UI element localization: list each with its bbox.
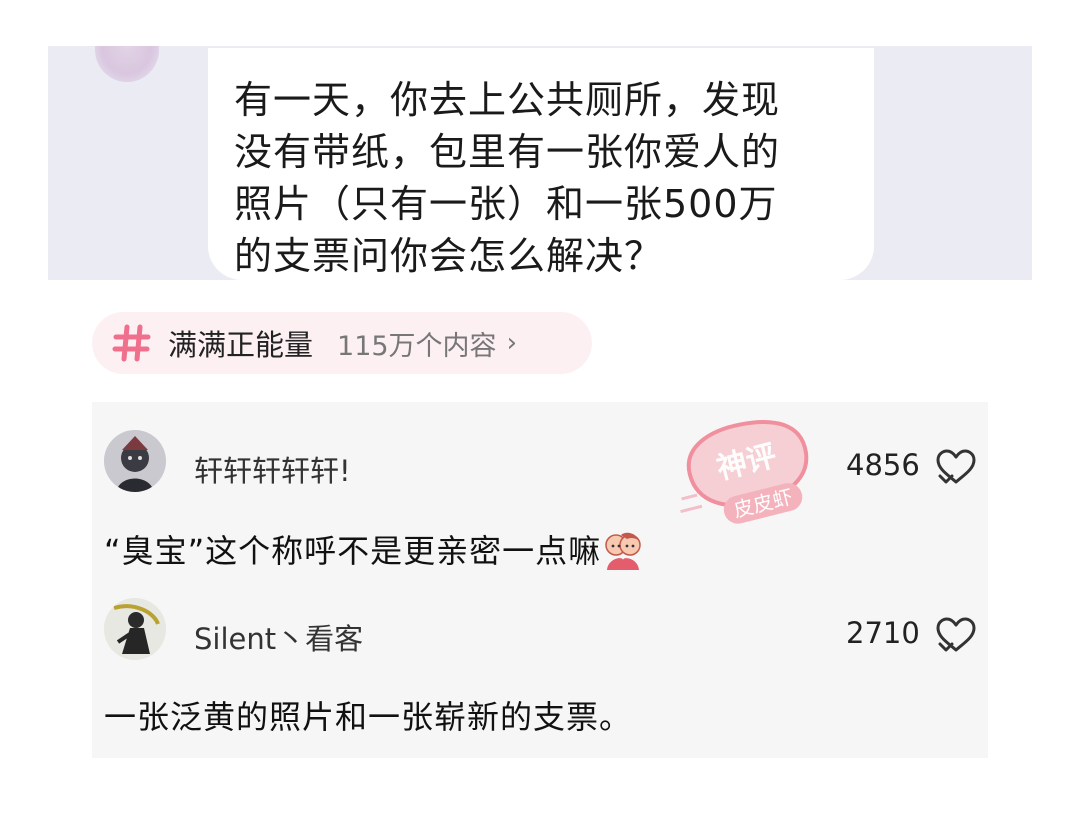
question-line: 有一天，你去上公共厕所，发现 bbox=[234, 78, 781, 122]
like-count: 2710 bbox=[846, 616, 920, 650]
comment-username[interactable]: 轩轩轩轩轩! bbox=[194, 448, 351, 490]
chevron-right-icon: › bbox=[506, 328, 517, 358]
heart-icon[interactable] bbox=[934, 616, 978, 654]
couple-hug-emoji bbox=[605, 532, 641, 570]
question-line: 没有带纸，包里有一张你爱人的 bbox=[234, 130, 781, 174]
topic-name: 满满正能量 bbox=[168, 328, 314, 362]
avatar[interactable] bbox=[104, 430, 166, 492]
hashtag-icon bbox=[112, 324, 151, 362]
question-line: 的支票问你会怎么解决？ bbox=[234, 234, 664, 278]
comment-text-content: “臭宝”这个称呼不是更亲密一点嘛 bbox=[104, 532, 602, 570]
topic-count: 115万个内容 bbox=[337, 330, 497, 362]
comment-username[interactable]: Silent丶看客 bbox=[194, 616, 363, 658]
question-line: 照片（只有一张）和一张500万 bbox=[234, 182, 778, 226]
avatar[interactable] bbox=[104, 598, 166, 660]
question-bubble: 有一天，你去上公共厕所，发现 没有带纸，包里有一张你爱人的 照片（只有一张）和一… bbox=[208, 48, 874, 280]
comments-section: 轩轩轩轩轩! 4856 “臭宝”这个称呼不是更亲密一点嘛 Silent丶看客 2… bbox=[92, 402, 988, 758]
comment-text: “臭宝”这个称呼不是更亲密一点嘛 bbox=[104, 526, 643, 572]
topic-chip[interactable]: 满满正能量 115万个内容 › bbox=[92, 312, 592, 374]
shenping-watermark-stamp: 神评 皮皮虾 bbox=[680, 420, 809, 524]
like-count: 4856 bbox=[846, 448, 920, 482]
comment-text: 一张泛黄的照片和一张崭新的支票。 bbox=[104, 698, 633, 736]
heart-icon[interactable] bbox=[934, 448, 978, 486]
